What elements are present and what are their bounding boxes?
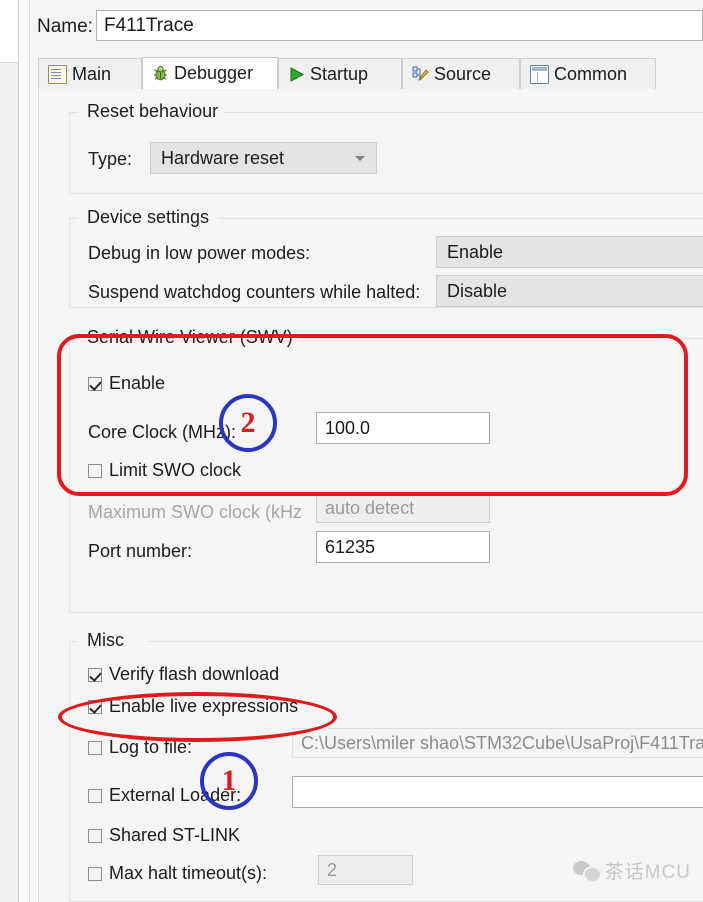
bug-icon (152, 65, 169, 82)
checkbox-icon (88, 667, 102, 682)
low-power-combo[interactable]: Enable (436, 236, 703, 268)
tab-main-label: Main (72, 63, 112, 84)
shared-stlink-label: Shared ST-LINK (109, 825, 241, 845)
live-expressions-checkbox[interactable]: Enable live expressions (88, 696, 298, 717)
swv-enable-checkbox[interactable]: Enable (88, 373, 165, 394)
reset-type-value: Hardware reset (161, 147, 285, 168)
watermark: 茶话MCU (572, 857, 691, 884)
max-halt-timeout-label: Max halt timeout(s): (109, 863, 268, 883)
play-icon (288, 66, 305, 83)
limit-swo-label: Limit SWO clock (109, 460, 242, 480)
tab-startup[interactable]: Startup (278, 58, 402, 89)
tab-startup-label: Startup (310, 63, 369, 84)
source-pencil-icon (412, 66, 429, 83)
log-to-file-value: C:\Users\miler shao\STM32Cube\UsaProj\F4… (301, 732, 703, 753)
max-swo-label: Maximum SWO clock (kHz (88, 502, 303, 522)
max-swo-input: auto detect (316, 493, 490, 523)
name-row: Name: F411Trace (30, 10, 703, 44)
checkbox-icon (88, 828, 102, 843)
tab-common[interactable]: Common (520, 58, 656, 89)
reset-type-combo[interactable]: Hardware reset (150, 142, 377, 174)
core-clock-value: 100.0 (325, 417, 371, 438)
tab-debugger[interactable]: Debugger (142, 57, 278, 89)
max-halt-timeout-checkbox[interactable]: Max halt timeout(s): (88, 863, 267, 884)
window-left-border-inner (19, 0, 30, 902)
launch-configuration-dialog: Name: F411Trace Main Debugger Startup So… (30, 0, 703, 902)
screenshot-root: Name: F411Trace Main Debugger Startup So… (0, 0, 703, 902)
swv-title: Serial Wire Viewer (SWV) (82, 327, 298, 348)
tab-source-label: Source (434, 63, 492, 84)
device-settings-group: Device settings Debug in low power modes… (69, 207, 703, 308)
max-halt-timeout-value: 2 (327, 859, 338, 880)
watchdog-value: Disable (447, 280, 508, 301)
port-number-input[interactable]: 61235 (316, 531, 490, 563)
core-clock-label: Core Clock (MHz): (88, 422, 237, 442)
watermark-text: 茶话MCU (604, 862, 691, 883)
reset-behaviour-group: Reset behaviour Type: Hardware reset (69, 101, 703, 194)
external-loader-input[interactable] (292, 776, 703, 808)
reset-type-label: Type: (88, 149, 133, 169)
tab-main[interactable]: Main (38, 58, 142, 89)
wechat-logo-icon (572, 861, 602, 883)
watchdog-combo[interactable]: Disable (436, 275, 703, 307)
misc-title: Misc (82, 630, 129, 651)
checkbox-icon (88, 699, 102, 714)
checkbox-icon (88, 376, 102, 391)
debugger-tab-panel: Reset behaviour Type: Hardware reset Dev… (38, 90, 703, 902)
window-left-border (0, 0, 19, 902)
low-power-value: Enable (447, 241, 504, 262)
document-icon (48, 64, 67, 84)
name-label: Name: (37, 16, 93, 37)
swv-group: Serial Wire Viewer (SWV) Enable Core Clo… (69, 327, 703, 613)
tab-debugger-label: Debugger (174, 63, 254, 83)
low-power-label: Debug in low power modes: (88, 243, 311, 263)
tab-source[interactable]: Source (402, 58, 520, 89)
chevron-down-icon (355, 156, 365, 161)
device-settings-title: Device settings (82, 207, 215, 228)
max-swo-value: auto detect (325, 497, 415, 518)
watchdog-label: Suspend watchdog counters while halted: (88, 282, 421, 302)
log-to-file-label: Log to file: (109, 737, 193, 757)
external-loader-label: External Loader: (109, 785, 242, 805)
name-input[interactable]: F411Trace (96, 10, 703, 41)
port-number-value: 61235 (325, 536, 376, 557)
log-to-file-checkbox[interactable]: Log to file: (88, 737, 192, 758)
swv-enable-label: Enable (109, 373, 166, 393)
checkbox-icon (88, 740, 102, 755)
verify-flash-checkbox[interactable]: Verify flash download (88, 664, 279, 685)
shared-stlink-checkbox[interactable]: Shared ST-LINK (88, 825, 240, 846)
checkbox-icon (88, 866, 102, 881)
reset-behaviour-title: Reset behaviour (82, 101, 224, 122)
core-clock-input[interactable]: 100.0 (316, 412, 490, 444)
log-to-file-path[interactable]: C:\Users\miler shao\STM32Cube\UsaProj\F4… (292, 728, 703, 758)
tab-bar: Main Debugger Startup Source Common (38, 57, 703, 91)
max-halt-timeout-input: 2 (318, 855, 413, 885)
verify-flash-label: Verify flash download (109, 664, 280, 684)
table-icon (530, 64, 549, 84)
checkbox-icon (88, 463, 102, 478)
live-expressions-label: Enable live expressions (109, 696, 299, 716)
external-loader-checkbox[interactable]: External Loader: (88, 785, 241, 806)
window-corner-notch (0, 0, 19, 63)
limit-swo-checkbox[interactable]: Limit SWO clock (88, 460, 241, 481)
port-number-label: Port number: (88, 541, 193, 561)
tab-common-label: Common (554, 63, 628, 84)
checkbox-icon (88, 788, 102, 803)
